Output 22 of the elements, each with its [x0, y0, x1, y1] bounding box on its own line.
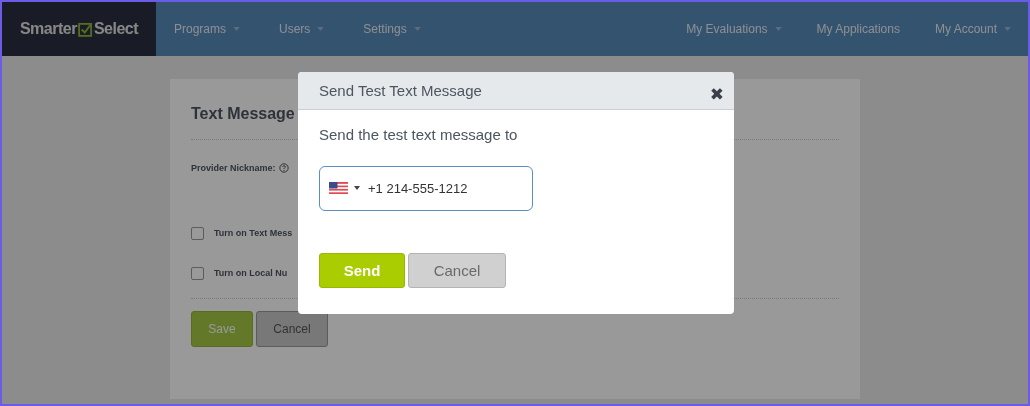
nav-menu-item[interactable]: My Evaluations [668, 22, 799, 36]
checkbox-label: Turn on Local Nu [214, 268, 288, 278]
prompt-text: Send the test text message to [319, 126, 519, 143]
cancel-button[interactable]: Cancel [256, 311, 328, 347]
phone-field[interactable]: +1 214-555-1212 [319, 166, 533, 211]
nav-menu-item[interactable]: Users [261, 22, 346, 36]
close-button[interactable]: ✖ [709, 84, 724, 104]
field-label: Provider Nickname: [191, 163, 276, 173]
nav-menu-item[interactable]: My Account [916, 22, 1028, 36]
checkbox-label: Turn on Text Mess [214, 228, 293, 238]
cancel-button[interactable]: Cancel [408, 253, 506, 288]
dialog-title: Send Test Text Message [319, 82, 482, 99]
card-title: Text Message [191, 105, 296, 124]
send-button[interactable]: Send [319, 253, 405, 288]
checkbox[interactable] [191, 266, 204, 280]
nav-menu-item[interactable]: Settings [345, 22, 442, 36]
save-button[interactable]: Save [191, 311, 253, 347]
logo[interactable]: Smarter Select [2, 2, 156, 56]
help-icon[interactable] [278, 163, 289, 173]
nav-menu-item[interactable]: Programs [156, 22, 261, 36]
checkbox[interactable] [191, 226, 204, 240]
nav-menu-item[interactable]: My Applications [798, 22, 917, 36]
